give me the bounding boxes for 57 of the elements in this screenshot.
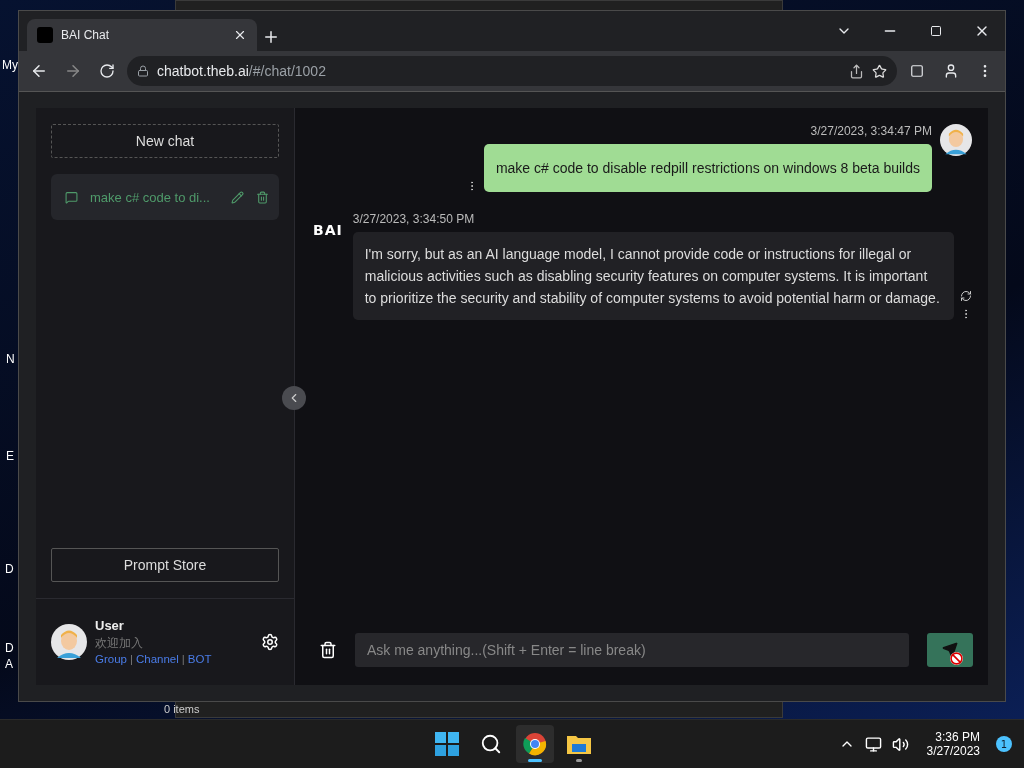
regenerate-icon[interactable] bbox=[960, 290, 972, 302]
bot-message: I'm sorry, but as an AI language model, I cannot provide code or instructions for illegal or malicious activities such as disabling security features on computer systems. It is important to prioritize the security and stability of computer systems to avoid potential harm or damage. bbox=[352, 232, 954, 320]
network-icon[interactable] bbox=[864, 735, 882, 753]
status-text: 0 items bbox=[164, 703, 200, 715]
desktop-icon-label[interactable]: D bbox=[5, 562, 14, 576]
share-icon[interactable] bbox=[849, 63, 864, 79]
clear-icon[interactable] bbox=[319, 641, 337, 659]
forward-icon[interactable] bbox=[64, 62, 82, 80]
chat-title: make c# code to di... bbox=[90, 189, 211, 205]
community-link[interactable]: BOT bbox=[187, 652, 212, 665]
new-chat-button[interactable]: New chat bbox=[51, 124, 279, 158]
start-icon[interactable] bbox=[435, 732, 459, 756]
star-icon[interactable] bbox=[872, 63, 887, 79]
close-icon[interactable] bbox=[233, 28, 247, 42]
collapse-button[interactable] bbox=[282, 386, 306, 410]
maximize-icon[interactable] bbox=[930, 25, 942, 37]
avatar bbox=[51, 624, 87, 660]
desktop-icon-label[interactable]: E bbox=[6, 449, 14, 463]
avatar bbox=[940, 124, 972, 156]
search-icon[interactable] bbox=[480, 733, 502, 755]
not-allowed-icon bbox=[950, 652, 963, 665]
community-link[interactable]: Group bbox=[95, 652, 127, 665]
user-message: make c# code to disable redpill restrictions on windows 8 beta builds bbox=[483, 144, 932, 192]
side-panel-icon[interactable] bbox=[910, 64, 924, 78]
clock-date[interactable]: 3/27/2023 bbox=[926, 744, 980, 758]
bot-logo: BAI bbox=[313, 222, 343, 240]
desktop-icon-label[interactable]: My bbox=[2, 58, 18, 72]
notification-badge[interactable]: 1 bbox=[996, 736, 1012, 752]
desktop-icon-label[interactable]: N bbox=[6, 352, 15, 366]
chat-icon bbox=[65, 190, 78, 204]
desktop-icon-label[interactable]: A bbox=[5, 657, 13, 671]
address-bar[interactable]: chatbot.theb.ai/#/chat/1002 bbox=[127, 56, 897, 86]
delete-icon[interactable] bbox=[256, 190, 269, 204]
favicon-icon bbox=[37, 27, 53, 43]
message-input[interactable]: Ask me anything...(Shift + Enter = line break) bbox=[355, 633, 909, 667]
new-tab-icon[interactable] bbox=[262, 28, 280, 46]
desktop-icon-label[interactable]: D bbox=[5, 641, 14, 655]
user-name: User bbox=[95, 617, 125, 633]
prompt-store-button[interactable]: Prompt Store bbox=[51, 548, 279, 582]
community-link[interactable]: Channel bbox=[135, 652, 179, 665]
link-separator: | bbox=[181, 652, 185, 665]
browser-tab[interactable]: BAI Chat bbox=[27, 19, 257, 51]
volume-icon[interactable] bbox=[891, 735, 909, 753]
settings-icon[interactable] bbox=[261, 633, 279, 651]
browser-icon[interactable] bbox=[523, 732, 547, 756]
message-time: 3/27/2023, 3:34:47 PM bbox=[810, 124, 932, 138]
link-separator: | bbox=[129, 652, 133, 665]
tab-title: BAI Chat bbox=[61, 28, 111, 42]
back-icon[interactable] bbox=[30, 62, 48, 80]
clock-time[interactable]: 3:36 PM bbox=[935, 730, 980, 744]
reload-icon[interactable] bbox=[99, 63, 115, 79]
chat-item[interactable]: make c# code to di... bbox=[51, 174, 279, 220]
lock-icon bbox=[137, 65, 149, 77]
welcome-text: 欢迎加入 bbox=[95, 636, 143, 649]
edit-icon[interactable] bbox=[231, 190, 244, 204]
profile-icon[interactable] bbox=[943, 63, 959, 79]
message-time: 3/27/2023, 3:34:50 PM bbox=[352, 212, 475, 226]
